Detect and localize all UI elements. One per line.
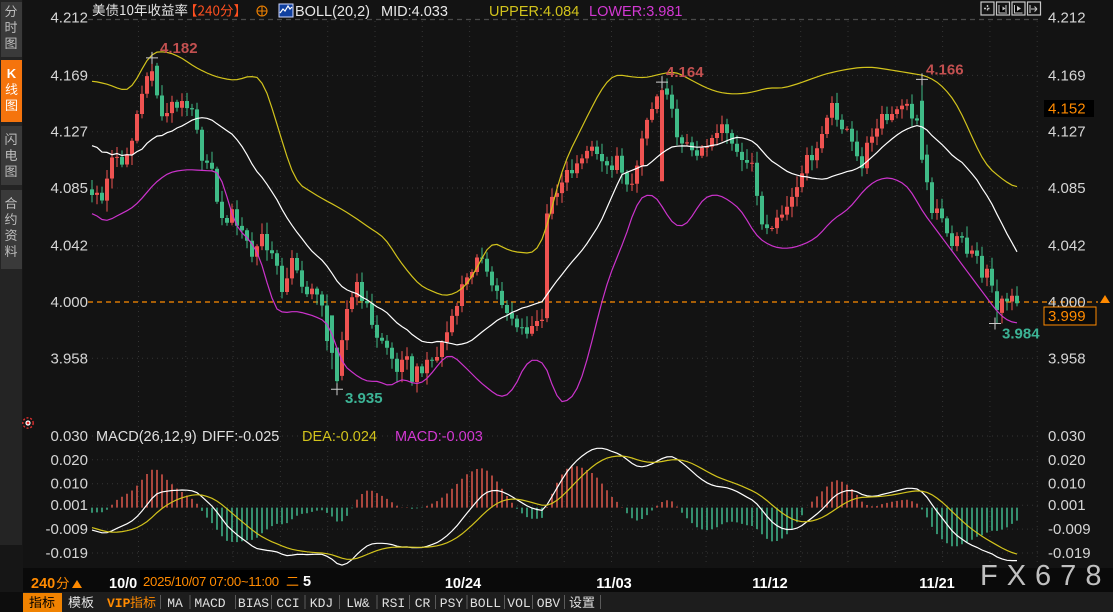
- svg-text:11/03: 11/03: [596, 576, 632, 592]
- svg-text:MA: MA: [167, 596, 183, 611]
- svg-text:0.030: 0.030: [50, 428, 88, 445]
- svg-text:0.020: 0.020: [50, 452, 88, 469]
- svg-text:3.958: 3.958: [50, 350, 88, 367]
- svg-text:MACD:-0.003: MACD:-0.003: [395, 429, 483, 445]
- svg-text:4.166: 4.166: [926, 61, 964, 78]
- svg-text:BOLL: BOLL: [470, 596, 501, 611]
- svg-text:10/0: 10/0: [109, 576, 137, 592]
- svg-text:4.127: 4.127: [1048, 124, 1086, 141]
- svg-text:CR: CR: [415, 596, 431, 611]
- svg-text:11/12: 11/12: [752, 576, 788, 592]
- svg-text:OBV: OBV: [537, 596, 561, 611]
- svg-text:FX678: FX678: [980, 560, 1110, 592]
- svg-text:MACD: MACD: [194, 596, 225, 611]
- svg-text:3.999: 3.999: [1048, 308, 1086, 325]
- svg-text:RSI: RSI: [382, 596, 405, 611]
- svg-text:K: K: [7, 66, 17, 81]
- svg-text:-0.009: -0.009: [1048, 521, 1091, 538]
- svg-text:4.000: 4.000: [50, 294, 88, 311]
- svg-text:11/21: 11/21: [919, 576, 955, 592]
- svg-text:4.085: 4.085: [1048, 180, 1086, 197]
- svg-text:LOWER:3.981: LOWER:3.981: [589, 4, 683, 20]
- svg-text:0.001: 0.001: [1048, 497, 1086, 514]
- svg-text:0.010: 0.010: [50, 476, 88, 493]
- svg-text:4.169: 4.169: [1048, 67, 1086, 84]
- svg-text:10/24: 10/24: [445, 576, 481, 592]
- svg-text:0.020: 0.020: [1048, 452, 1086, 469]
- svg-text:2025/10/07 07:00~11:00: 2025/10/07 07:00~11:00: [143, 574, 279, 589]
- svg-text:3.958: 3.958: [1048, 350, 1086, 367]
- svg-text:4.085: 4.085: [50, 180, 88, 197]
- svg-text:KDJ: KDJ: [310, 596, 333, 611]
- svg-text:BIAS: BIAS: [238, 596, 269, 611]
- svg-text:BOLL(20,2): BOLL(20,2): [295, 4, 370, 20]
- svg-text:DEA:-0.024: DEA:-0.024: [302, 429, 377, 445]
- svg-text:5: 5: [303, 574, 311, 590]
- svg-text:MID:4.033: MID:4.033: [381, 4, 448, 20]
- svg-text:MACD(26,12,9): MACD(26,12,9): [96, 429, 197, 445]
- svg-text:4.169: 4.169: [50, 67, 88, 84]
- svg-text:-0.009: -0.009: [45, 521, 88, 538]
- svg-text:4.042: 4.042: [50, 238, 88, 255]
- svg-text:240: 240: [31, 576, 55, 592]
- svg-text:4.152: 4.152: [1048, 101, 1086, 118]
- svg-text:0.001: 0.001: [50, 497, 88, 514]
- svg-text:LW&: LW&: [346, 596, 370, 611]
- svg-text:PSY: PSY: [440, 596, 464, 611]
- svg-text:3.935: 3.935: [345, 390, 383, 407]
- svg-text:DIFF:-0.025: DIFF:-0.025: [202, 429, 279, 445]
- svg-text:-0.019: -0.019: [45, 545, 88, 562]
- svg-text:4.212: 4.212: [50, 10, 88, 27]
- svg-text:VIP: VIP: [107, 596, 131, 611]
- svg-text:3.984: 3.984: [1002, 326, 1040, 343]
- svg-text:4.212: 4.212: [1048, 10, 1086, 27]
- svg-text:0.010: 0.010: [1048, 476, 1086, 493]
- svg-text:4.127: 4.127: [50, 124, 88, 141]
- svg-text:CCI: CCI: [276, 596, 299, 611]
- svg-text:4.182: 4.182: [160, 40, 198, 57]
- svg-text:4.164: 4.164: [666, 64, 704, 81]
- svg-text:VOL: VOL: [507, 596, 530, 611]
- svg-text:4.042: 4.042: [1048, 238, 1086, 255]
- svg-text:0.030: 0.030: [1048, 428, 1086, 445]
- svg-text:UPPER:4.084: UPPER:4.084: [489, 4, 579, 20]
